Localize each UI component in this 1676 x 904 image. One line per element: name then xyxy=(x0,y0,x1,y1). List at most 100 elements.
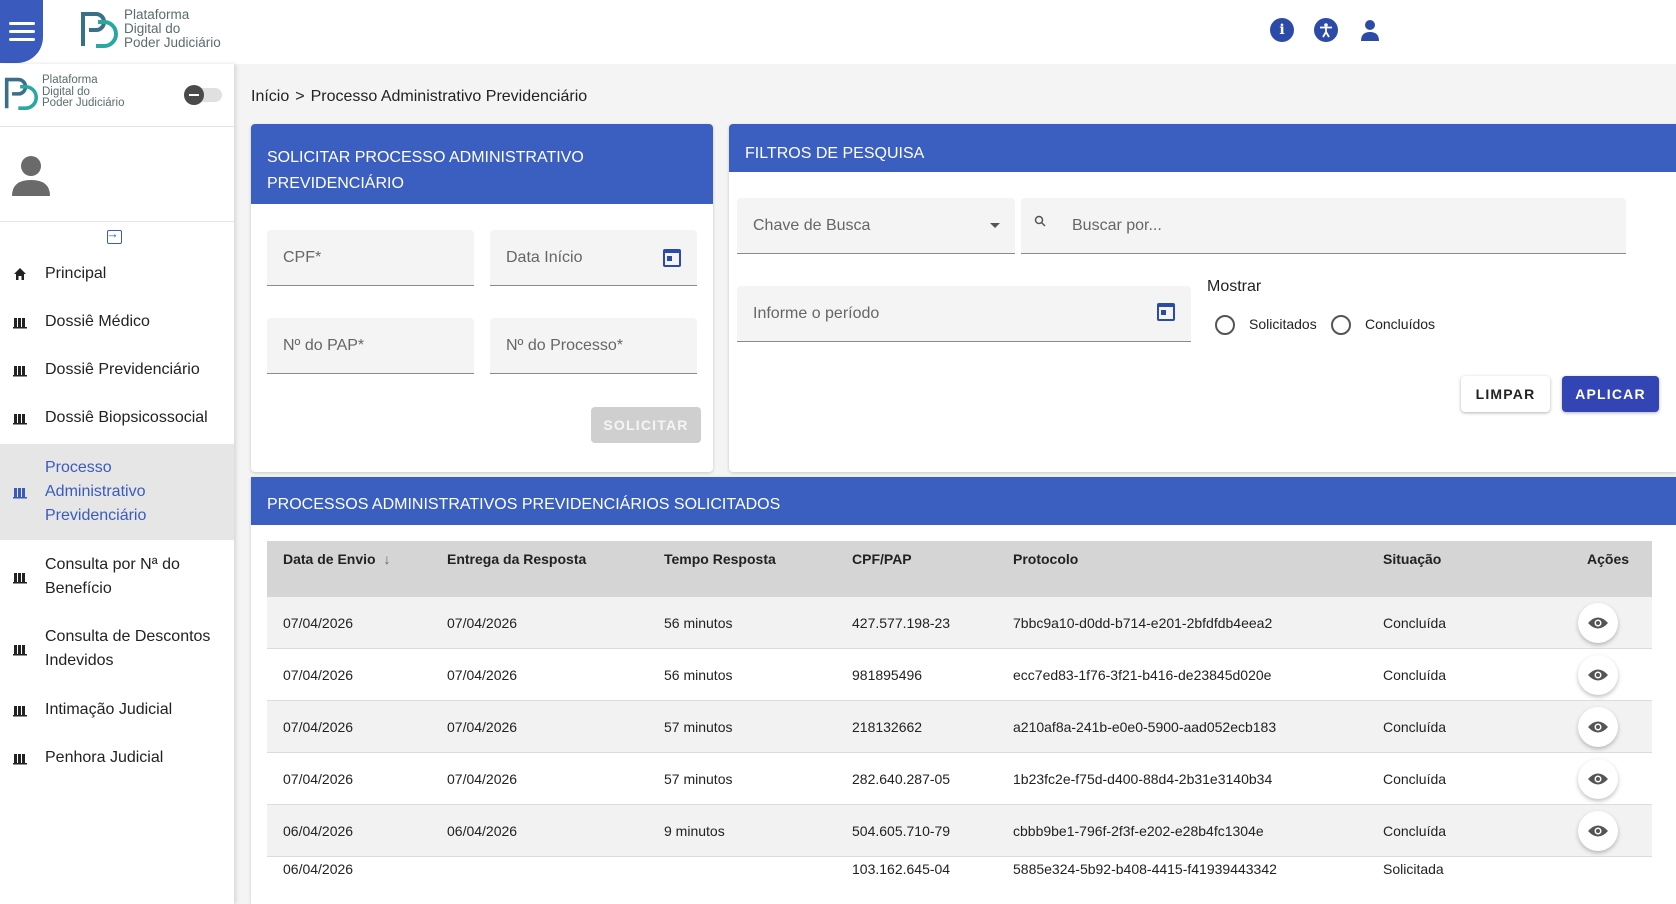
sidebar-item-intimacao-judicial[interactable]: Intimação Judicial xyxy=(0,686,234,734)
label-line: Administrativo xyxy=(45,483,146,500)
view-button[interactable] xyxy=(1578,602,1618,643)
cell-protocol: ecc7ed83-1f76-3f21-b416-de23845d020e xyxy=(1013,666,1272,683)
sidebar-item-dossie-previdenciario[interactable]: Dossiê Previdenciário xyxy=(0,346,234,394)
view-button[interactable] xyxy=(1578,810,1618,851)
radio-requested[interactable] xyxy=(1215,315,1235,335)
sidebar-item-label: Dossiê Médico xyxy=(45,313,150,330)
pdpj-logo-icon xyxy=(4,77,38,110)
table-header: Data de Envio ↓ Entrega da Resposta Temp… xyxy=(267,541,1652,597)
cell-cpf: 427.577.198-23 xyxy=(852,614,951,631)
pap-number-field[interactable]: Nº do PAP* xyxy=(267,318,474,374)
label-line: Previdenciário xyxy=(45,507,147,524)
avatar-icon xyxy=(11,154,51,201)
table-row: 07/04/2026 07/04/2026 56 minutos 9818954… xyxy=(267,649,1652,701)
breadcrumb-current: Processo Administrativo Previdenciário xyxy=(310,88,588,105)
clear-button[interactable]: LIMPAR xyxy=(1461,376,1550,412)
cpf-field[interactable]: CPF* xyxy=(267,230,474,286)
label-line: Processo xyxy=(45,459,112,476)
sort-arrow-icon: ↓ xyxy=(383,551,391,567)
column-header-sent[interactable]: Data de Envio ↓ xyxy=(283,551,390,567)
info-icon[interactable]: i xyxy=(1270,18,1294,42)
calendar-icon[interactable] xyxy=(1157,303,1175,321)
cell-status: Concluída xyxy=(1383,718,1447,735)
period-placeholder: Informe o período xyxy=(753,304,880,322)
cell-status: Concluída xyxy=(1383,822,1447,839)
sidebar-item-penhora-judicial[interactable]: Penhora Judicial xyxy=(0,734,234,782)
top-logo: Plataforma Digital do Poder Judiciário xyxy=(80,8,221,49)
label-line: Consulta por Nª do xyxy=(45,556,180,573)
calendar-icon[interactable] xyxy=(663,249,681,267)
accessibility-icon[interactable] xyxy=(1314,18,1338,42)
column-header-status[interactable]: Situação xyxy=(1383,551,1441,567)
column-header-actions: Ações xyxy=(1587,551,1630,567)
top-bar: Plataforma Digital do Poder Judiciário i xyxy=(0,0,1676,64)
column-header-protocol[interactable]: Protocolo xyxy=(1013,551,1078,567)
label-line: Benefício xyxy=(45,580,112,597)
filters-panel-title: FILTROS DE PESQUISA xyxy=(729,124,1676,172)
sidebar-logo: Plataforma Digital do Poder Judiciário xyxy=(4,74,125,110)
search-input[interactable]: Buscar por... xyxy=(1021,198,1626,254)
solicitar-button[interactable]: SOLICITAR xyxy=(591,407,701,443)
cell-cpf: 504.605.710-79 xyxy=(852,822,951,839)
cell-delivered: 07/04/2026 xyxy=(447,666,518,683)
cell-status: Concluída xyxy=(1383,614,1447,631)
label-line: Indevidos xyxy=(45,652,114,669)
cell-time: 57 minutos xyxy=(664,770,733,787)
breadcrumb-home[interactable]: Início xyxy=(251,88,289,106)
books-icon xyxy=(13,318,27,329)
logo-line: Poder Judiciário xyxy=(124,34,221,50)
cell-delivered: 06/04/2026 xyxy=(447,822,518,839)
table-row: 06/04/2026 103.162.645-04 5885e324-5b92-… xyxy=(267,857,1652,897)
user-icon[interactable] xyxy=(1358,18,1382,42)
cell-status: Concluída xyxy=(1383,666,1447,683)
apply-button[interactable]: APLICAR xyxy=(1562,376,1659,412)
logo-line: Poder Judiciário xyxy=(42,97,125,110)
view-button[interactable] xyxy=(1578,706,1618,747)
books-icon xyxy=(13,573,27,584)
search-placeholder: Buscar por... xyxy=(1072,216,1162,234)
period-field[interactable]: Informe o período xyxy=(737,286,1191,342)
column-header-label: Data de Envio xyxy=(283,551,376,567)
sidebar-item-label: Consulta por Nª do Benefício xyxy=(45,553,180,601)
request-panel-title: SOLICITAR PROCESSO ADMINISTRATIVO PREVID… xyxy=(251,124,713,204)
cell-sent: 07/04/2026 xyxy=(283,718,354,735)
books-icon xyxy=(13,754,27,765)
sidebar-item-consulta-descontos[interactable]: Consulta de Descontos Indevidos xyxy=(0,614,234,684)
sidebar-item-principal[interactable]: Principal xyxy=(0,250,234,298)
column-header-time[interactable]: Tempo Resposta xyxy=(664,551,776,567)
divider xyxy=(0,221,234,222)
column-header-cpf[interactable]: CPF/PAP xyxy=(852,551,912,567)
search-key-placeholder: Chave de Busca xyxy=(753,216,871,234)
start-date-field[interactable]: Data Início xyxy=(490,230,697,286)
radio-completed[interactable] xyxy=(1331,315,1351,335)
view-button[interactable] xyxy=(1578,758,1618,799)
eye-icon xyxy=(1588,669,1608,680)
cell-delivered: 07/04/2026 xyxy=(447,614,518,631)
collapse-sidebar-icon[interactable] xyxy=(106,226,122,244)
sidebar-item-label: Intimação Judicial xyxy=(45,701,173,718)
show-label: Mostrar xyxy=(1207,278,1262,295)
cell-time: 56 minutos xyxy=(664,614,733,631)
sidebar-item-dossie-biopsicossocial[interactable]: Dossiê Biopsicossocial xyxy=(0,394,234,442)
search-key-select[interactable]: Chave de Busca xyxy=(737,198,1015,254)
theme-toggle[interactable] xyxy=(184,85,222,105)
cell-protocol: cbbb9be1-796f-2f3f-e202-e28b4fc1304e xyxy=(1013,822,1264,839)
process-number-field[interactable]: Nº do Processo* xyxy=(490,318,697,374)
label-line: Consulta de Descontos xyxy=(45,628,211,645)
books-icon xyxy=(13,645,27,656)
table-row: 07/04/2026 07/04/2026 57 minutos 282.640… xyxy=(267,753,1652,805)
cell-cpf: 218132662 xyxy=(852,718,923,735)
eye-icon xyxy=(1588,773,1608,784)
sidebar-item-dossie-medico[interactable]: Dossiê Médico xyxy=(0,298,234,346)
sidebar-item-processo-administrativo[interactable]: Processo Administrativo Previdenciário xyxy=(0,444,234,540)
cell-delivered: 07/04/2026 xyxy=(447,770,518,787)
radio-requested-label: Solicitados xyxy=(1249,316,1317,332)
sidebar: Plataforma Digital do Poder Judiciário P… xyxy=(0,64,234,904)
cell-protocol: 1b23fc2e-f75d-d400-88d4-2b31e3140b34 xyxy=(1013,770,1273,787)
sidebar-item-consulta-beneficio[interactable]: Consulta por Nª do Benefício xyxy=(0,542,234,612)
view-button[interactable] xyxy=(1578,654,1618,695)
column-header-delivered[interactable]: Entrega da Resposta xyxy=(447,551,586,567)
cell-cpf: 282.640.287-05 xyxy=(852,770,951,787)
cell-time: 56 minutos xyxy=(664,666,733,683)
menu-button[interactable] xyxy=(0,0,43,63)
